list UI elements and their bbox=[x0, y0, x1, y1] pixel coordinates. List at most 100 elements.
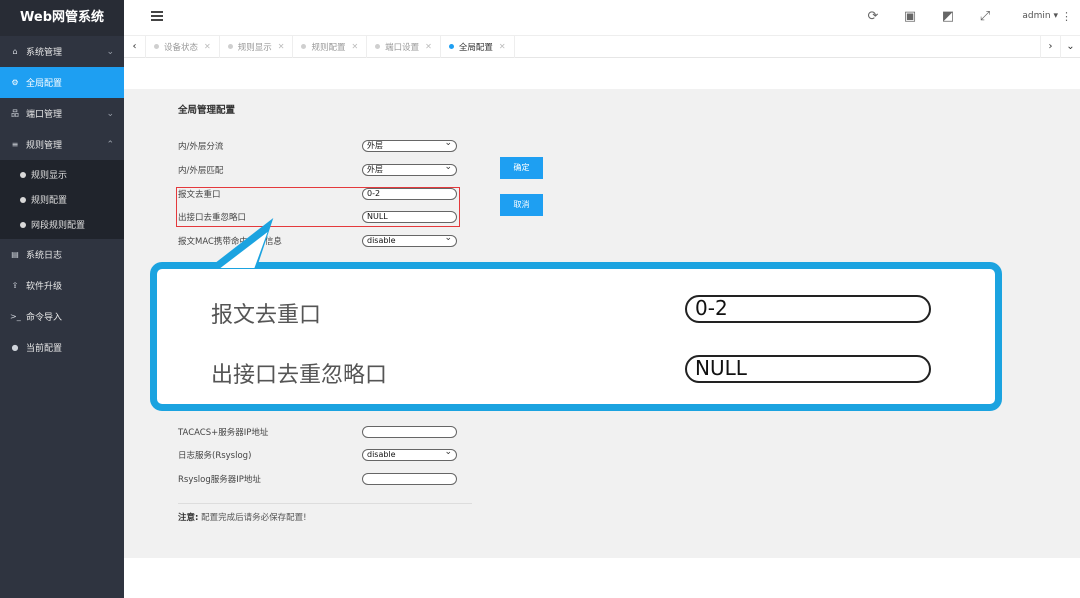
sidebar-item-label: 命令导入 bbox=[26, 313, 63, 323]
tab-bar: ‹ 设备状态 ✕ 规则显示 ✕ 规则配置 ✕ 端口设置 ✕ 全局配置 ✕ › ⌄ bbox=[124, 35, 1080, 58]
tab-label: 端口设置 bbox=[385, 42, 420, 53]
terminal-icon: >_ bbox=[10, 312, 21, 321]
tab-rule-config[interactable]: 规则配置 ✕ bbox=[293, 35, 368, 58]
highlight-box bbox=[176, 187, 460, 227]
sitemap-icon: 品 bbox=[11, 109, 19, 118]
divider bbox=[178, 503, 472, 504]
sidebar-subitem-label: 网段规则配置 bbox=[31, 221, 86, 231]
close-icon[interactable]: ✕ bbox=[351, 42, 358, 51]
sidebar-item-label: 规则管理 bbox=[26, 141, 63, 151]
tab-label: 规则配置 bbox=[311, 42, 346, 53]
rule-submenu: 规则显示 规则配置 网段规则配置 bbox=[0, 160, 124, 239]
tab-label: 规则显示 bbox=[237, 42, 272, 53]
callout-dedup-port-field: 0-2 bbox=[685, 295, 931, 323]
field-label: Rsyslog服务器IP地址 bbox=[178, 475, 261, 485]
callout-dedup-ignore-field: NULL bbox=[685, 355, 931, 383]
sidebar-item-label: 系统管理 bbox=[26, 48, 63, 58]
form-row: TACACS+服务器IP地址 bbox=[178, 425, 457, 439]
chevron-down-icon: ⌄ bbox=[106, 108, 114, 119]
tab-scroll-left-icon[interactable]: ‹ bbox=[124, 35, 146, 58]
tab-right-controls: › ⌄ bbox=[1040, 36, 1080, 58]
refresh-icon[interactable]: ⟳ bbox=[865, 9, 881, 25]
sidebar-item-label: 当前配置 bbox=[26, 344, 63, 354]
user-menu[interactable]: admin ▾ bbox=[1022, 11, 1058, 21]
sidebar: Web网管系统 ⌂ 系统管理 ⌄ ⚙ 全局配置 品 端口管理 ⌄ ≡ 规则管理 … bbox=[0, 0, 124, 598]
field-label: TACACS+服务器IP地址 bbox=[178, 428, 269, 438]
gears-icon: ⚙ bbox=[11, 78, 19, 87]
fullscreen-icon[interactable]: ⤢ bbox=[977, 9, 993, 25]
form-row: 内/外层匹配 外层 bbox=[178, 162, 457, 177]
sidebar-item-system-log[interactable]: ▤ 系统日志 bbox=[0, 239, 124, 270]
map-pin-icon: ● bbox=[11, 343, 19, 352]
app-title: Web网管系统 bbox=[0, 0, 124, 36]
sidebar-subitem-rule-config[interactable]: 规则配置 bbox=[0, 187, 124, 212]
sliders-icon: ≡ bbox=[11, 140, 19, 149]
sidebar-item-system-management[interactable]: ⌂ 系统管理 ⌄ bbox=[0, 36, 124, 67]
save-notice: 注意: 配置完成后请务必保存配置! bbox=[178, 511, 307, 523]
tab-scroll-right-icon[interactable]: › bbox=[1040, 36, 1060, 58]
sidebar-item-label: 全局配置 bbox=[26, 79, 63, 89]
inner-outer-split-select[interactable]: 外层 bbox=[362, 138, 457, 152]
close-icon[interactable]: ✕ bbox=[499, 42, 506, 51]
rsyslog-ip-input[interactable] bbox=[362, 473, 457, 485]
sidebar-subitem-label: 规则显示 bbox=[31, 171, 68, 181]
tab-port-settings[interactable]: 端口设置 ✕ bbox=[367, 35, 441, 58]
page-title: 全局管理配置 bbox=[178, 105, 236, 116]
chevron-down-icon: ⌄ bbox=[106, 46, 114, 57]
close-icon[interactable]: ✕ bbox=[425, 42, 432, 51]
tab-rule-display[interactable]: 规则显示 ✕ bbox=[220, 35, 294, 58]
home-icon: ⌂ bbox=[12, 47, 18, 56]
close-icon[interactable]: ✕ bbox=[278, 42, 285, 51]
tab-label: 设备状态 bbox=[164, 42, 199, 53]
form-row: Rsyslog服务器IP地址 bbox=[178, 472, 457, 486]
menu-toggle-icon[interactable] bbox=[151, 11, 163, 23]
top-header: ⟳ ▣ ◩ ⤢ admin ▾ ⋮ bbox=[124, 0, 1080, 36]
notice-label: 注意: bbox=[178, 513, 199, 523]
tab-label: 全局配置 bbox=[458, 42, 493, 53]
zoom-callout: 报文去重口 0-2 出接口去重忽略口 NULL bbox=[150, 262, 1002, 411]
close-icon[interactable]: ✕ bbox=[204, 42, 211, 51]
sidebar-item-software-upgrade[interactable]: ⇪ 软件升级 bbox=[0, 270, 124, 301]
sidebar-item-global-config[interactable]: ⚙ 全局配置 bbox=[0, 67, 124, 98]
sidebar-item-label: 系统日志 bbox=[26, 251, 63, 261]
tab-dot-icon bbox=[448, 44, 454, 49]
tacacs-ip-input[interactable] bbox=[362, 426, 457, 438]
notice-text: 配置完成后请务必保存配置! bbox=[198, 513, 307, 523]
tab-global-config[interactable]: 全局配置 ✕ bbox=[441, 35, 515, 58]
tab-dot-icon bbox=[301, 44, 307, 49]
sidebar-item-rule-management[interactable]: ≡ 规则管理 ⌃ bbox=[0, 129, 124, 160]
sidebar-item-command-import[interactable]: >_ 命令导入 bbox=[0, 301, 124, 332]
field-label: 内/外层分流 bbox=[178, 142, 224, 152]
field-label: 日志服务(Rsyslog) bbox=[178, 451, 252, 461]
sidebar-item-label: 软件升级 bbox=[26, 282, 63, 292]
bullet-icon bbox=[20, 171, 26, 178]
sidebar-item-label: 端口管理 bbox=[26, 110, 63, 120]
tab-dot-icon bbox=[227, 44, 233, 49]
more-vertical-icon[interactable]: ⋮ bbox=[1061, 10, 1072, 23]
chevron-up-icon: ⌃ bbox=[106, 139, 114, 150]
form-row: 日志服务(Rsyslog) disable bbox=[178, 447, 457, 462]
cancel-button[interactable]: 取消 bbox=[500, 194, 543, 216]
upload-icon: ⇪ bbox=[11, 281, 19, 290]
tab-dropdown-icon[interactable]: ⌄ bbox=[1060, 36, 1080, 58]
tab-device-status[interactable]: 设备状态 ✕ bbox=[146, 35, 220, 58]
mac-rule-info-select[interactable]: disable bbox=[362, 233, 457, 247]
callout-label: 报文去重口 bbox=[211, 303, 322, 328]
rsyslog-select[interactable]: disable bbox=[362, 447, 457, 461]
sidebar-item-port-management[interactable]: 品 端口管理 ⌄ bbox=[0, 98, 124, 129]
sidebar-subitem-label: 规则配置 bbox=[31, 196, 68, 206]
inner-outer-match-select[interactable]: 外层 bbox=[362, 162, 457, 176]
file-icon: ▤ bbox=[11, 250, 19, 259]
confirm-button[interactable]: 确定 bbox=[500, 157, 543, 179]
save-icon[interactable]: ▣ bbox=[902, 9, 918, 25]
tab-dot-icon bbox=[375, 44, 381, 49]
sidebar-subitem-rule-display[interactable]: 规则显示 bbox=[0, 162, 124, 187]
sidebar-subitem-segment-rule-config[interactable]: 网段规则配置 bbox=[0, 212, 124, 237]
field-label: 内/外层匹配 bbox=[178, 166, 224, 176]
tab-dot-icon bbox=[154, 44, 159, 49]
bullet-icon bbox=[20, 221, 26, 228]
sidebar-item-current-config[interactable]: ● 当前配置 bbox=[0, 332, 124, 363]
translate-icon[interactable]: ◩ bbox=[940, 9, 956, 25]
form-row: 内/外层分流 外层 bbox=[178, 138, 457, 153]
callout-label: 出接口去重忽略口 bbox=[211, 363, 388, 388]
